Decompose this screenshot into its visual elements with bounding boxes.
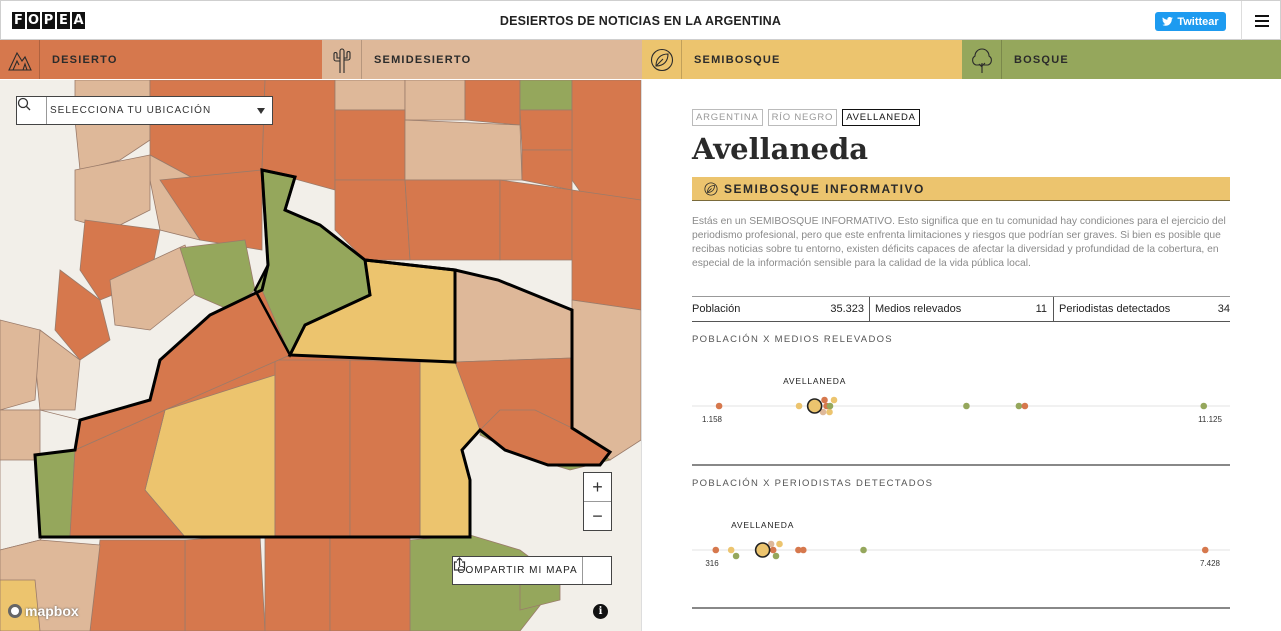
tree-icon [962,40,1002,79]
zoom-out-button[interactable]: − [584,502,611,531]
category-description: Estás en un SEMIBOSQUE INFORMATIVO. Esto… [692,216,1226,269]
category-bosque[interactable]: BOSQUE [962,40,1281,79]
plot-max-label: 11.125 [1198,415,1222,424]
location-select-placeholder: SELECCIONA TU UBICACIÓN [50,105,212,116]
mapbox-logo[interactable]: mapbox [8,603,79,619]
plot-point [715,402,723,410]
stats-row: Población 35.323 Medios relevados 11 Per… [692,296,1230,322]
category-legend-bar: DESIERTO SEMIDESIERTO SEMIBOSQUE BOSQUE [0,40,1281,79]
plot-point [732,552,740,560]
plot-highlight-label: AVELLANEDA [731,520,794,530]
page-title: DESIERTOS DE NOTICIAS EN LA ARGENTINA [499,14,782,28]
plot-highlight-point [754,542,771,558]
category-label: DESIERTO [52,53,118,66]
plot-point [963,402,970,410]
category-semibosque[interactable]: SEMIBOSQUE [642,40,962,79]
category-banner-label: SEMIBOSQUE INFORMATIVO [724,181,925,196]
twitter-share-button[interactable]: Twittear [1155,12,1226,31]
leaf-icon [642,40,682,79]
stat-value: 35.323 [830,303,864,315]
plot-title-periodistas: POBLACIÓN X PERIODISTAS DETECTADOS [692,478,934,489]
plot-point [860,546,867,554]
section-divider [692,607,1230,609]
category-label: SEMIBOSQUE [694,53,781,66]
zoom-controls: + − [583,472,612,531]
plot-title-medios: POBLACIÓN X MEDIOS RELEVADOS [692,334,893,345]
plot-point [1021,402,1029,410]
plot-point [821,396,828,404]
breadcrumb-item-rio-negro[interactable]: RÍO NEGRO [767,109,838,126]
plot-point [1201,546,1209,554]
category-banner: SEMIBOSQUE INFORMATIVO [692,177,1230,201]
leaf-icon [704,181,718,196]
hamburger-menu-icon[interactable] [1241,1,1281,41]
plot-min-label: 316 [705,559,719,568]
location-select[interactable]: SELECCIONA TU UBICACIÓN [16,96,273,125]
mapbox-mark-icon [8,604,22,618]
map-canvas[interactable] [0,80,641,631]
plot-point [830,396,838,404]
plot-point [727,546,735,554]
choropleth-map[interactable]: SELECCIONA TU UBICACIÓN + − COMPARTIR MI… [0,80,641,631]
plot-point [712,546,720,554]
twitter-share-label: Twittear [1177,15,1219,28]
zoom-in-button[interactable]: + [584,473,611,502]
chevron-down-icon [257,107,265,114]
stat-periodistas: Periodistas detectados 34 [1053,297,1230,321]
share-map-label: COMPARTIR MI MAPA [457,565,578,576]
plot-point [826,408,833,416]
plot-point [795,402,803,410]
stat-poblacion: Población 35.323 [692,297,869,321]
plot-point [1015,402,1023,410]
search-icon [17,97,47,124]
plot-min-label: 1.158 [702,415,723,424]
cactus-icon [322,40,362,79]
share-map-button[interactable]: COMPARTIR MI MAPA [452,556,612,585]
stat-label: Medios relevados [875,303,962,315]
plot-point [772,552,780,560]
plot-max-label: 7.428 [1200,559,1221,568]
plot-highlight-point [806,398,823,414]
stat-value: 34 [1217,303,1230,315]
plot-point [776,540,783,548]
stat-label: Periodistas detectados [1059,303,1171,315]
plot-point [800,546,807,554]
dotplot-medios: AVELLANEDA 1.158 11.125 [692,376,1230,424]
plot-point [1200,402,1208,410]
stat-medios: Medios relevados 11 [869,297,1053,321]
category-desierto[interactable]: DESIERTO [0,40,322,79]
detail-panel: ARGENTINA RÍO NEGRO AVELLANEDA Avellaned… [641,80,1281,631]
plot-point [769,546,777,554]
category-label: BOSQUE [1014,53,1069,66]
breadcrumb-item-avellaneda[interactable]: AVELLANEDA [842,109,920,126]
share-icon [453,557,611,584]
breadcrumb-item-argentina[interactable]: ARGENTINA [692,109,763,126]
mountain-icon [0,40,40,79]
stat-label: Población [692,303,741,315]
plot-highlight-label: AVELLANEDA [783,376,846,386]
top-header: F O P E A DESIERTOS DE NOTICIAS EN LA AR… [0,0,1281,41]
category-label: SEMIDESIERTO [374,53,472,66]
breadcrumb: ARGENTINA RÍO NEGRO AVELLANEDA [692,109,920,126]
section-divider [692,464,1230,466]
stat-value: 11 [1035,303,1047,315]
info-icon[interactable]: i [593,604,608,619]
category-semidesierto[interactable]: SEMIDESIERTO [322,40,642,79]
twitter-bird-icon [1162,17,1174,26]
mapbox-wordmark: mapbox [25,603,79,619]
place-name: Avellaneda [692,132,869,166]
plot-point [826,402,834,410]
dotplot-periodistas: AVELLANEDA 316 7.428 [692,520,1230,568]
